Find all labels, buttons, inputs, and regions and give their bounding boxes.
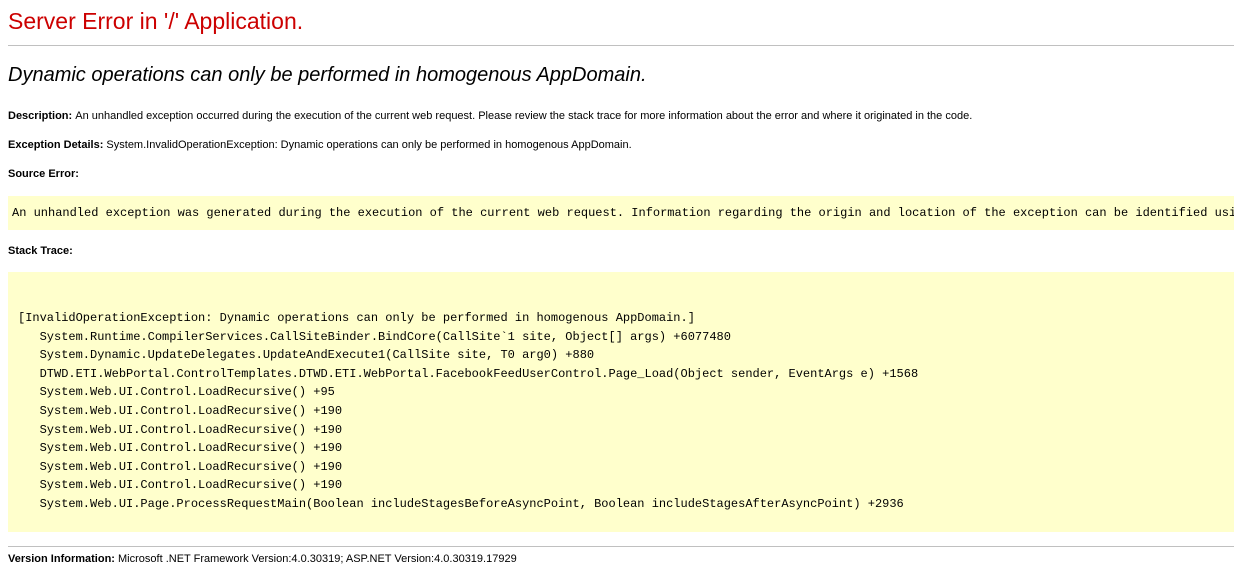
version-value: Microsoft .NET Framework Version:4.0.303…: [118, 553, 517, 565]
exception-details-section: Exception Details: System.InvalidOperati…: [8, 138, 1234, 153]
version-label: Version Information:: [8, 553, 118, 565]
source-error-label: Source Error:: [8, 168, 79, 180]
stack-trace-code: [InvalidOperationException: Dynamic oper…: [8, 272, 1234, 531]
source-error-section: Source Error:: [8, 167, 1234, 182]
description-value: An unhandled exception occurred during t…: [75, 110, 972, 122]
description-section: Description: An unhandled exception occu…: [8, 109, 1234, 124]
stack-trace-label: Stack Trace:: [8, 245, 73, 257]
stack-trace-section: Stack Trace:: [8, 244, 1234, 259]
exception-message: Dynamic operations can only be performed…: [8, 64, 1234, 87]
hr-divider-top: [8, 45, 1234, 46]
error-title: Server Error in '/' Application.: [8, 8, 1234, 35]
exception-details-label: Exception Details:: [8, 139, 106, 151]
exception-details-value: System.InvalidOperationException: Dynami…: [106, 139, 631, 151]
source-error-code: An unhandled exception was generated dur…: [8, 196, 1234, 230]
hr-divider-bottom: [8, 546, 1234, 547]
description-label: Description:: [8, 110, 75, 122]
version-info: Version Information: Microsoft .NET Fram…: [8, 553, 1234, 565]
